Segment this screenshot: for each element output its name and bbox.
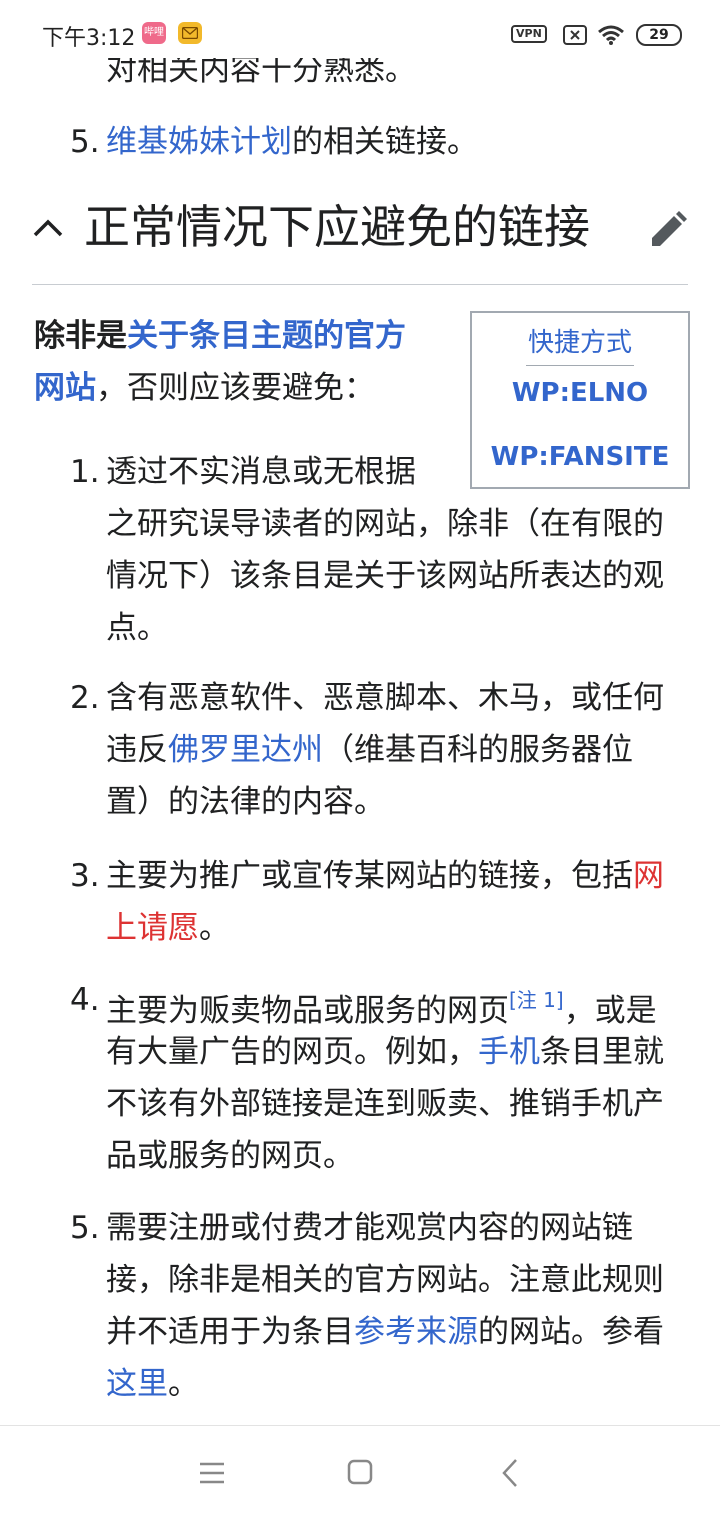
list-item: 维基姊妹计划的相关链接。 xyxy=(106,124,478,160)
online-petition-link-cont[interactable]: 上请愿 xyxy=(106,910,199,946)
back-chevron-icon[interactable] xyxy=(490,1456,530,1490)
footnote-link[interactable]: [注 1] xyxy=(509,988,564,1012)
wifi-icon xyxy=(597,24,625,50)
item4-line4: 品或服务的网页。 xyxy=(106,1138,354,1174)
item5-line1: 需要注册或付费才能观赏内容的网站链 xyxy=(106,1210,633,1246)
article-content: 对相关内容十分熟悉。 5. 维基姊妹计划的相关链接。 正常情况下应避免的链接 除… xyxy=(0,0,720,1425)
chevron-up-icon[interactable] xyxy=(32,218,64,242)
list-number: 1. xyxy=(70,454,100,490)
list-number: 3. xyxy=(70,858,100,894)
item1-line2: 之研究误导读者的网站，除非（在有限的 xyxy=(106,506,664,542)
system-nav-bar xyxy=(0,1425,720,1521)
item3-line2: 上请愿。 xyxy=(106,910,230,946)
item5-line4: 这里。 xyxy=(106,1366,199,1402)
sister-projects-link[interactable]: 维基姊妹计划 xyxy=(106,124,292,160)
section-header[interactable]: 正常情况下应避免的链接 xyxy=(32,196,688,286)
item4-line2: 有大量广告的网页。例如，手机条目里就 xyxy=(106,1034,664,1070)
item1-line4: 点。 xyxy=(106,610,168,646)
item5-line2: 接，除非是相关的官方网站。注意此规则 xyxy=(106,1262,664,1298)
shortcut-title-underline xyxy=(526,365,634,366)
status-bar: 下午3:12 哔哩 VPN 29 xyxy=(0,0,720,58)
list-number: 2. xyxy=(70,680,100,716)
item3-line1: 主要为推广或宣传某网站的链接，包括网 xyxy=(106,858,664,894)
list-number: 5. xyxy=(70,1210,100,1246)
battery-indicator: 29 xyxy=(636,24,682,46)
mobile-phone-link[interactable]: 手机 xyxy=(478,1034,540,1070)
official-site-link[interactable]: 关于条目主题的官方 xyxy=(127,318,406,354)
item5-line3: 并不适用于为条目参考来源的网站。参看 xyxy=(106,1314,664,1350)
item1-line1: 透过不实消息或无根据 xyxy=(106,454,416,490)
bilibili-app-icon: 哔哩 xyxy=(142,22,166,44)
shortcut-box: 快捷方式 WP:ELNO WP:FANSITE xyxy=(470,311,690,489)
no-sim-icon xyxy=(563,25,587,49)
shortcut-elno[interactable]: WP:ELNO xyxy=(472,375,688,411)
menu-icon[interactable] xyxy=(192,1456,232,1490)
section-title: 正常情况下应避免的链接 xyxy=(84,200,590,254)
item4-line3: 不该有外部链接是连到贩卖、推销手机产 xyxy=(106,1086,664,1122)
here-link[interactable]: 这里 xyxy=(106,1366,168,1402)
intro-line-1: 除非是关于条目主题的官方 xyxy=(34,318,406,354)
online-petition-link[interactable]: 网 xyxy=(633,858,664,894)
list-number: 5. xyxy=(70,124,100,160)
shortcut-title[interactable]: 快捷方式 xyxy=(472,325,688,361)
item2-line2: 违反佛罗里达州（维基百科的服务器位 xyxy=(106,732,633,768)
reference-sources-link[interactable]: 参考来源 xyxy=(354,1314,478,1350)
florida-link[interactable]: 佛罗里达州 xyxy=(168,732,323,768)
section-divider xyxy=(32,284,688,285)
home-square-icon[interactable] xyxy=(340,1456,380,1490)
vpn-icon: VPN xyxy=(511,25,547,43)
list-number: 4. xyxy=(70,982,100,1018)
shortcut-fansite[interactable]: WP:FANSITE xyxy=(472,439,688,475)
mail-app-icon xyxy=(178,22,202,44)
item2-line1: 含有恶意软件、恶意脚本、木马，或任何 xyxy=(106,680,664,716)
item1-line3: 情况下）该条目是关于该网站所表达的观 xyxy=(106,558,664,594)
status-time: 下午3:12 xyxy=(42,26,136,51)
official-site-link-cont[interactable]: 网站 xyxy=(34,370,96,406)
item2-line3: 置）的法律的内容。 xyxy=(106,784,385,820)
pencil-edit-icon[interactable] xyxy=(648,210,688,254)
intro-line-2: 网站，否则应该要避免： xyxy=(34,370,375,406)
